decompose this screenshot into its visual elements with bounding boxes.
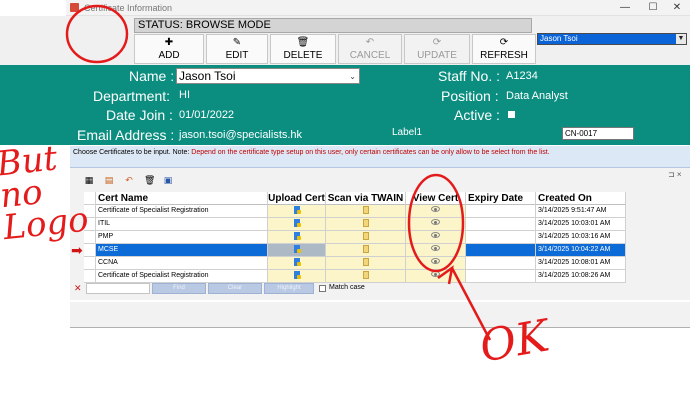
annotation-circle-view <box>407 173 465 273</box>
annotation-ok: OK <box>476 310 553 373</box>
annotation-side-note: But no Logo <box>0 138 91 249</box>
annotation-circle-logo <box>65 4 129 64</box>
annotation-layer <box>65 4 492 341</box>
